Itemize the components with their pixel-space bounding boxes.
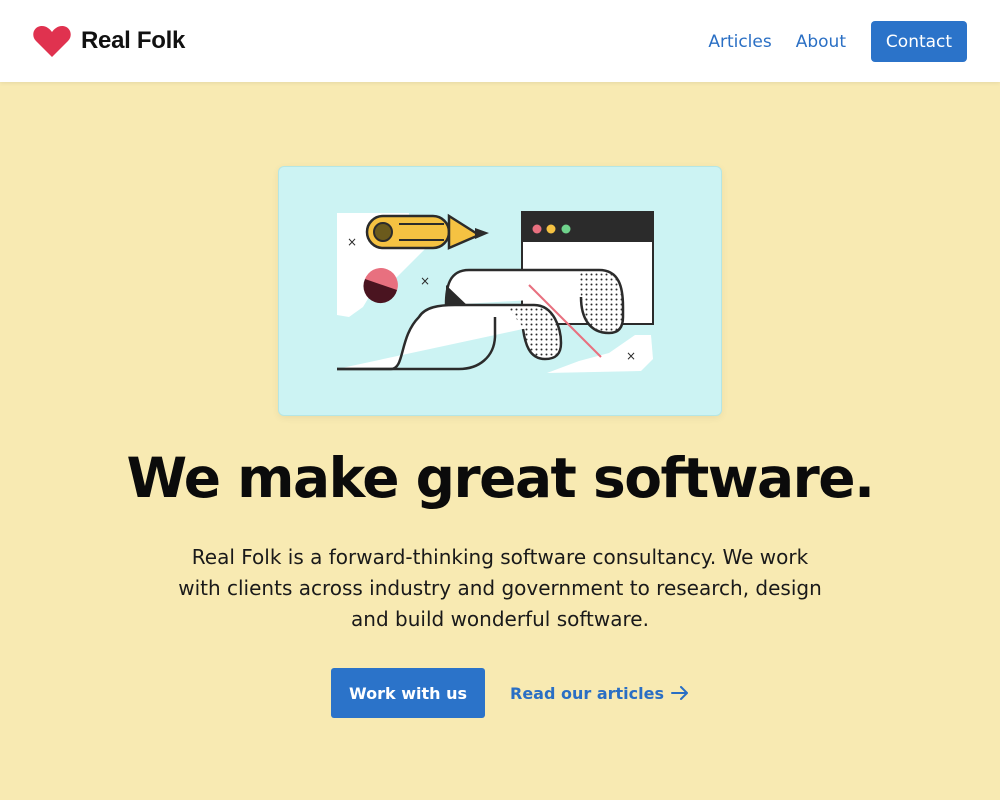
svg-text:×: × xyxy=(347,235,357,249)
nav-link-about[interactable]: About xyxy=(796,32,846,52)
contact-button[interactable]: Contact xyxy=(871,21,967,62)
arrow-right-icon xyxy=(671,686,688,700)
svg-text:×: × xyxy=(626,349,636,363)
main-nav: Articles About Contact xyxy=(708,21,967,62)
brand[interactable]: Real Folk xyxy=(32,22,185,60)
hero-description: Real Folk is a forward-thinking software… xyxy=(178,545,822,631)
work-with-us-button[interactable]: Work with us xyxy=(331,668,485,718)
cta-row: Work with us Read our articles xyxy=(331,668,689,718)
hero-illustration: × × × xyxy=(278,166,722,416)
read-articles-label: Read our articles xyxy=(510,683,664,703)
heart-icon xyxy=(33,25,71,57)
read-articles-link[interactable]: Read our articles xyxy=(510,684,689,703)
svg-text:×: × xyxy=(420,274,430,288)
site-header: Real Folk Articles About Contact xyxy=(0,0,1000,82)
nav-link-articles[interactable]: Articles xyxy=(708,32,771,52)
brand-name: Real Folk xyxy=(81,27,185,54)
hero-title: We make great software. xyxy=(126,446,875,510)
